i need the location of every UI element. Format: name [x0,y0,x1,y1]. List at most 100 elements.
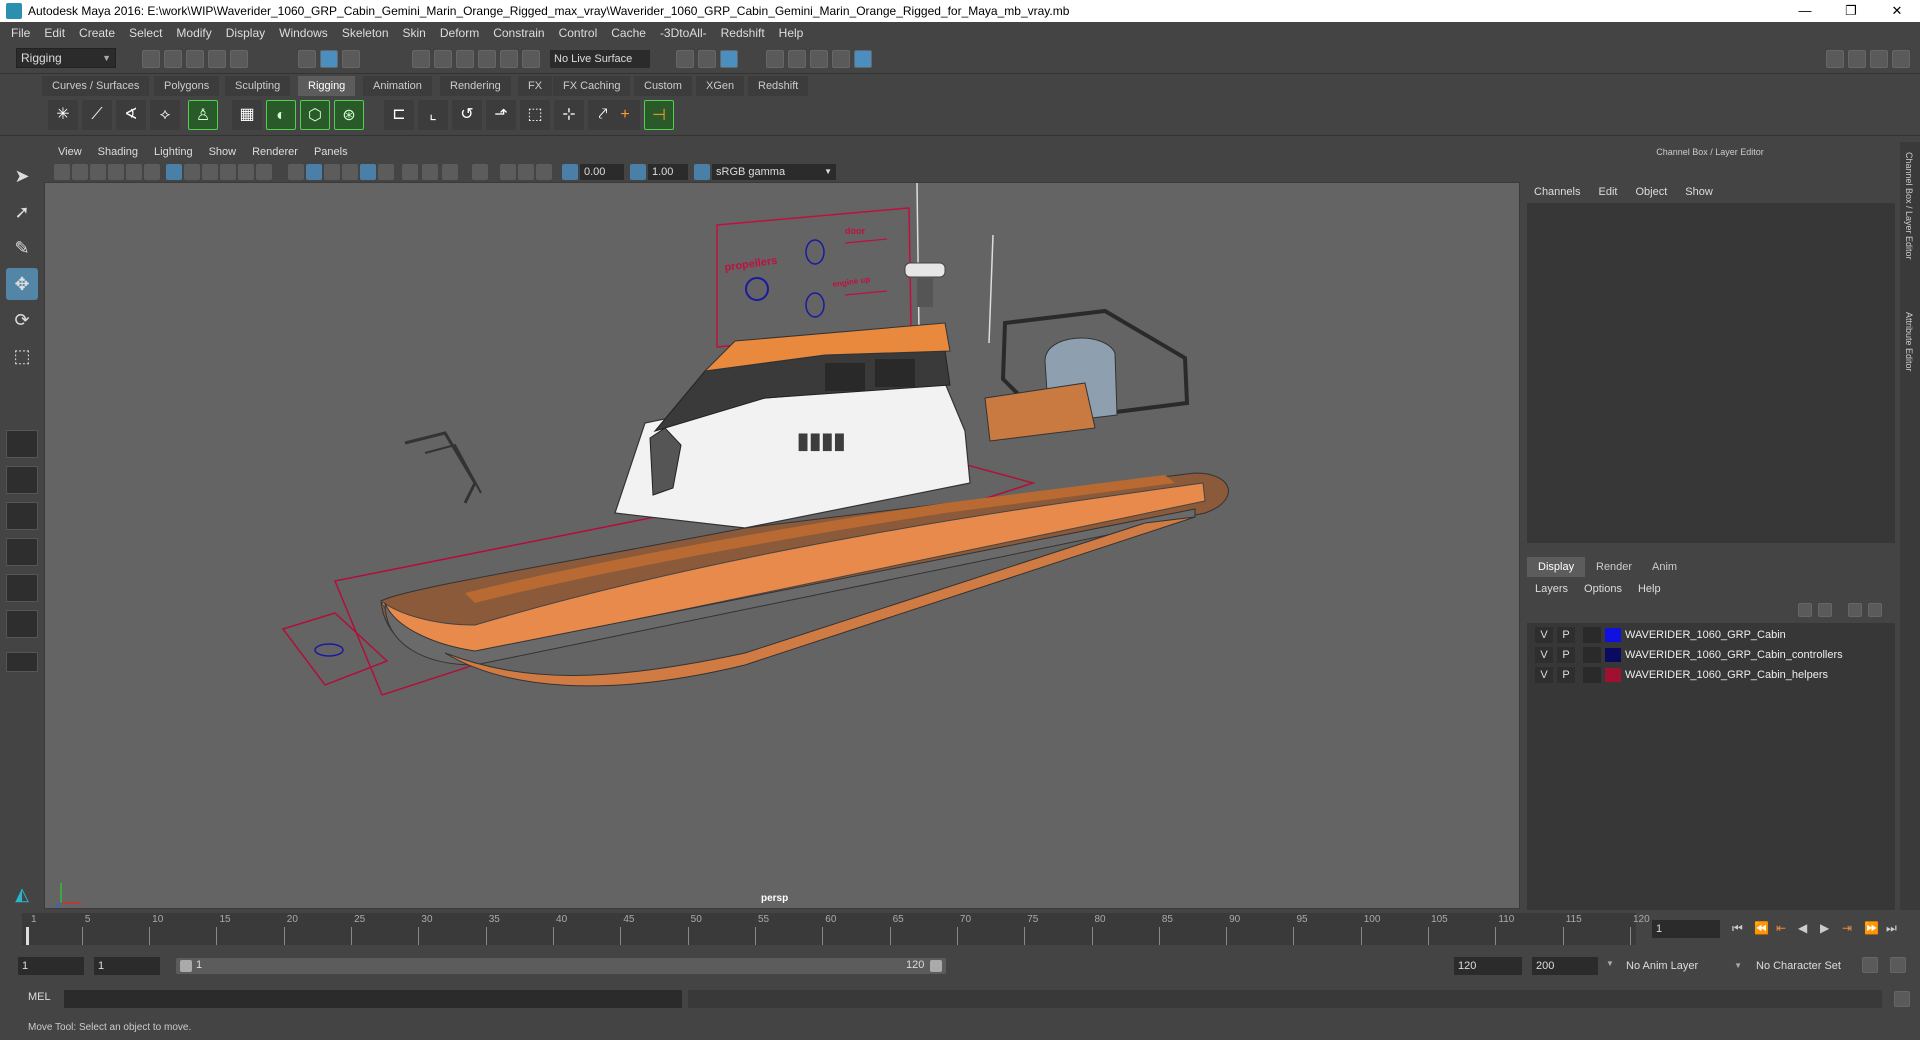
current-time-marker[interactable] [26,927,29,945]
xray-active-icon[interactable] [518,164,534,180]
layer-visibility-toggle[interactable]: V [1535,667,1553,683]
layer-color-swatch[interactable] [1605,668,1621,682]
safe-action-icon[interactable] [256,164,272,180]
snap-grid-icon[interactable] [412,50,430,68]
new-empty-layer-icon[interactable] [1848,603,1862,617]
insert-joint-icon[interactable]: ⟋ [82,100,112,130]
tab-render[interactable]: Render [1585,557,1643,577]
animation-preferences-icon[interactable] [1890,957,1906,973]
command-input[interactable] [64,990,682,1008]
range-start-handle[interactable] [180,960,192,972]
xray-joints-icon[interactable] [500,164,516,180]
cluster-icon[interactable]: ⊛ [334,100,364,130]
select-by-component-icon[interactable] [342,50,360,68]
start-time-field[interactable]: 1 [18,957,84,975]
end-time-field[interactable]: 200 [1532,957,1598,975]
redo-icon[interactable] [230,50,248,68]
aim-constraint-icon[interactable]: ⌞ [418,100,448,130]
render-setup-icon[interactable] [810,50,828,68]
vp-menu-show[interactable]: Show [201,146,245,158]
step-back-frame-icon[interactable]: ⇤ [1776,921,1786,935]
tab-anim[interactable]: Anim [1641,557,1688,577]
layer-row[interactable]: V P WAVERIDER_1060_GRP_Cabin_controllers [1527,645,1895,665]
playback-start-field[interactable]: 1 [94,957,160,975]
current-frame-field[interactable]: 1 [1652,920,1720,938]
menu-deform[interactable]: Deform [433,26,486,40]
snap-point-icon[interactable] [456,50,474,68]
character-set-dropdown[interactable]: No Character Set [1750,957,1860,975]
persp-outliner-layout-icon[interactable] [6,502,38,530]
shelf-tab-rigging[interactable]: Rigging [298,76,356,96]
scale-constraint-icon[interactable]: ⬚ [520,100,550,130]
layer-playback-toggle[interactable]: P [1557,667,1575,683]
persp-graph-layout-icon[interactable] [6,538,38,566]
distance-tool-icon[interactable]: ⊣ [644,100,674,130]
shelf-tab-xgen[interactable]: XGen [696,76,745,96]
film-gate-icon[interactable] [184,164,200,180]
cb-menu-edit[interactable]: Edit [1589,186,1626,198]
lasso-tool-icon[interactable]: ➚ [6,196,38,228]
play-backwards-icon[interactable]: ◀ [1798,921,1807,935]
restore-button[interactable]: ❐ [1828,0,1874,22]
orient-constraint-icon[interactable]: ↺ [452,100,482,130]
camera-select-icon[interactable] [54,164,70,180]
shelf-tab-animation[interactable]: Animation [363,76,432,96]
step-forward-frame-icon[interactable]: ⇥ [1842,921,1852,935]
le-menu-options[interactable]: Options [1576,583,1630,595]
attribute-editor-side-tab[interactable]: Attribute Editor [1904,312,1914,372]
menu-modify[interactable]: Modify [169,26,218,40]
vp-menu-view[interactable]: View [50,146,90,158]
2d-pan-zoom-icon[interactable] [126,164,142,180]
select-tool-icon[interactable]: ➤ [6,160,38,192]
grease-pencil-icon[interactable] [144,164,160,180]
script-editor-icon[interactable] [1894,991,1910,1007]
redshift-render-icon[interactable] [854,50,872,68]
menu-redshift[interactable]: Redshift [714,26,772,40]
layer-type-toggle[interactable] [1583,647,1601,663]
hypershade-icon[interactable] [788,50,806,68]
render-settings-icon[interactable] [766,50,784,68]
field-chart-icon[interactable] [238,164,254,180]
ik-handle-icon[interactable]: ∢ [116,100,146,130]
new-scene-icon[interactable] [142,50,160,68]
wireframe-icon[interactable] [288,164,304,180]
anim-layer-dropdown[interactable]: No Anim Layer ▼ [1620,957,1744,975]
create-joints-icon[interactable]: ✳ [48,100,78,130]
script-language-toggle[interactable]: MEL [28,991,51,1003]
vp-menu-renderer[interactable]: Renderer [244,146,306,158]
textured-icon[interactable] [360,164,376,180]
select-by-object-icon[interactable] [320,50,338,68]
smooth-shade-icon[interactable] [306,164,322,180]
auto-key-icon[interactable] [1862,957,1878,973]
persp-hypershade-layout-icon[interactable] [6,574,38,602]
paint-select-tool-icon[interactable]: ✎ [6,232,38,264]
vp-menu-shading[interactable]: Shading [90,146,146,158]
go-to-end-icon[interactable]: ⏭ [1886,921,1897,936]
layer-color-swatch[interactable] [1605,648,1621,662]
lights-icon[interactable] [378,164,394,180]
gamma-icon[interactable] [630,164,646,180]
save-scene-icon[interactable] [186,50,204,68]
exposure-field[interactable]: 0.00 [580,164,624,180]
menu-help[interactable]: Help [772,26,811,40]
perspective-viewport[interactable]: propellers door engine up ▮▮▮▮ persp [44,182,1520,909]
bookmark-icon[interactable] [90,164,106,180]
layer-type-toggle[interactable] [1583,667,1601,683]
step-back-key-icon[interactable]: ⏪ [1754,921,1769,935]
grid-icon[interactable] [166,164,182,180]
menu-constrain[interactable]: Constrain [486,26,551,40]
range-end-handle[interactable] [930,960,942,972]
channel-box-area[interactable] [1527,203,1895,543]
menu-display[interactable]: Display [219,26,272,40]
shelf-tab-fx[interactable]: FX [518,76,553,96]
go-to-start-icon[interactable]: ⏮ [1732,921,1743,936]
view-transform-dropdown[interactable]: sRGB gamma ▼ [712,164,836,180]
step-forward-key-icon[interactable]: ⏩ [1864,921,1879,935]
locator-icon[interactable]: + [610,100,640,130]
cb-menu-object[interactable]: Object [1626,186,1676,198]
live-surface-field[interactable]: No Live Surface [550,50,650,68]
point-constraint-icon[interactable]: ⊏ [384,100,414,130]
rotate-tool-icon[interactable]: ⟳ [6,304,38,336]
move-layer-up-icon[interactable] [1798,603,1812,617]
resolution-gate-icon[interactable] [202,164,218,180]
